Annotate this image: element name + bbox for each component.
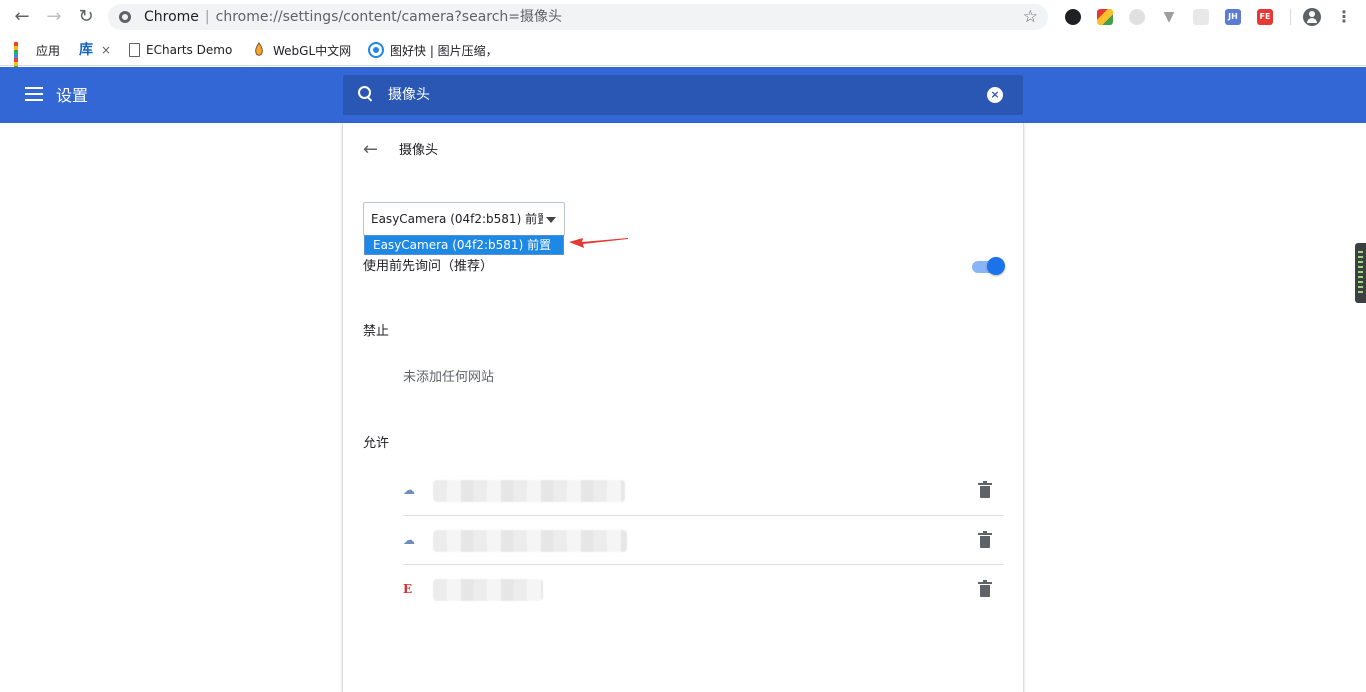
extension-1-icon[interactable]	[1065, 9, 1081, 25]
search-value: 摄像头	[388, 87, 430, 103]
address-separator: |	[204, 9, 210, 25]
bookmark-echarts-demo[interactable]: ECharts Demo	[129, 41, 232, 59]
reload-icon[interactable]: ↻	[76, 7, 96, 27]
annotation-arrow-icon	[569, 238, 628, 248]
bookmark-tuhaokuai[interactable]: 图好快 | 图片压缩，	[368, 41, 498, 59]
cloud-icon: ☁	[403, 483, 415, 497]
bookmark-label: 图好快 | 图片压缩，	[390, 43, 498, 58]
subpage-title: 摄像头	[399, 143, 439, 158]
clear-search-icon[interactable]: ×	[987, 87, 1003, 103]
tuhaokuai-icon	[368, 42, 384, 58]
delete-site-icon[interactable]	[978, 580, 992, 597]
extension-3-icon[interactable]	[1129, 9, 1145, 25]
hamburger-menu-icon[interactable]	[25, 87, 43, 101]
extension-fe-icon[interactable]: FE	[1257, 9, 1273, 25]
delete-site-icon[interactable]	[978, 481, 992, 498]
settings-title: 设置	[56, 86, 89, 105]
bookmark-overflow-fade	[490, 34, 520, 65]
settings-header: 设置 摄像头 ×	[0, 67, 1366, 123]
delete-site-icon[interactable]	[978, 531, 992, 548]
extension-2-icon[interactable]	[1097, 9, 1113, 25]
bookmarks-bar: 应用 库 × ECharts Demo WebGL中文网 图好快 | 图片压缩，	[0, 34, 1366, 78]
bookmark-label: WebGL中文网	[273, 43, 352, 58]
camera-select-option[interactable]: EasyCamera (04f2:b581) 前置	[364, 235, 564, 255]
bookmark-star-icon[interactable]: ☆	[1023, 6, 1038, 28]
url-text: chrome://settings/content/camera?search=…	[215, 9, 563, 25]
ask-before-access-label: 使用前先询问（推荐）	[363, 259, 494, 274]
bookmark-label: 应用	[36, 43, 61, 58]
search-icon	[358, 86, 376, 104]
dropdown-caret-icon	[546, 217, 556, 223]
extension-jh-icon[interactable]: JH	[1225, 9, 1241, 25]
back-arrow-icon[interactable]: ←	[363, 140, 378, 160]
toggle-knob	[987, 257, 1005, 275]
e-logo-icon: E	[403, 582, 413, 596]
extension-5-icon[interactable]	[1193, 9, 1209, 25]
apps-icon	[14, 42, 30, 78]
bookmark-apps[interactable]: 应用	[14, 41, 61, 78]
toolbar-divider	[1290, 9, 1291, 25]
cloud-icon: ☁	[403, 533, 415, 547]
site-label: Chrome	[144, 9, 199, 25]
side-scroll-handle[interactable]	[1355, 243, 1366, 303]
allowed-site-row[interactable]: ☁ ████████████████	[403, 515, 1004, 564]
ku-icon: 库	[79, 42, 93, 58]
extension-4-icon[interactable]: ▼	[1161, 9, 1177, 25]
chrome-site-icon	[119, 11, 131, 23]
bookmark-ku[interactable]: 库 ×	[79, 41, 111, 59]
camera-device-select[interactable]: EasyCamera (04f2:b581) 前置	[363, 202, 565, 236]
blocked-empty-text: 未添加任何网站	[403, 370, 495, 385]
address-bar[interactable]: Chrome | chrome://settings/content/camera?…	[108, 4, 1048, 30]
camera-settings-card: ← 摄像头 EasyCamera (04f2:b581) 前置 EasyCame…	[342, 123, 1024, 692]
settings-search-input[interactable]: 摄像头 ×	[343, 75, 1023, 115]
forward-icon[interactable]: →	[44, 7, 64, 27]
bookmark-label: ECharts Demo	[146, 43, 233, 57]
site-name: ████████████████	[433, 480, 625, 502]
browser-menu-icon[interactable]: ⋮	[1336, 6, 1352, 28]
bookmark-webgl[interactable]: WebGL中文网	[251, 41, 351, 59]
site-name: ████████████████	[433, 530, 627, 552]
site-name: █████████	[433, 579, 543, 601]
allowed-site-row[interactable]: ☁ ████████████████	[403, 466, 1004, 515]
profile-avatar-icon[interactable]	[1303, 8, 1321, 26]
address-text: Chrome | chrome://settings/content/camera?…	[144, 8, 562, 26]
ask-before-access-toggle[interactable]	[972, 257, 1005, 275]
page-icon	[129, 43, 140, 57]
bookmark-label: ×	[101, 43, 112, 57]
blocked-section-label: 禁止	[363, 324, 390, 339]
browser-toolbar: ← → ↻ Chrome | chrome://settings/content/c…	[0, 0, 1366, 34]
camera-select-value: EasyCamera (04f2:b581) 前置	[371, 212, 543, 226]
back-icon[interactable]: ←	[12, 7, 32, 27]
allowed-site-row[interactable]: E █████████	[403, 564, 1004, 613]
allowed-section-label: 允许	[363, 436, 390, 451]
webgl-icon	[251, 42, 267, 58]
